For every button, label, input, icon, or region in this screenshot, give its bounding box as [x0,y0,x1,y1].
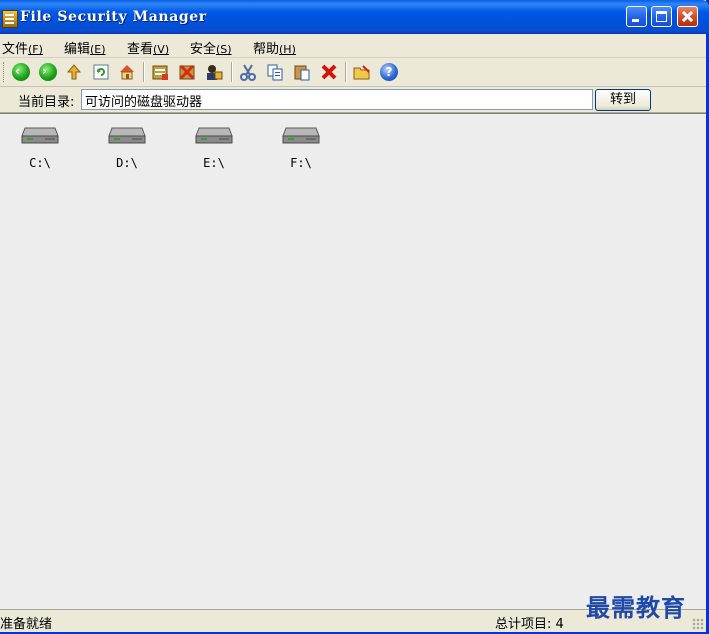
menu-label: 文件 [2,42,29,57]
minimize-button[interactable] [626,6,647,27]
toolbar-separator [143,62,145,82]
hard-drive-icon [21,122,59,146]
drive-item[interactable]: E:\ [184,122,244,170]
window-title: File Security Manager [20,9,207,25]
address-bar: 当前目录: 可访问的磁盘驱动器 转到 [0,87,706,113]
hard-drive-icon [282,122,320,146]
menu-accel: (S) [216,43,232,56]
cut-icon[interactable] [239,63,257,81]
menu-label: 帮助 [253,42,280,57]
close-icon [678,7,697,26]
menu-edit[interactable]: 编辑(E) [64,38,106,57]
menu-help[interactable]: 帮助(H) [253,38,296,57]
menu-accel: (H) [279,43,296,56]
menu-label: 安全 [190,42,217,57]
menu-label: 查看 [127,42,154,57]
status-text: 准备就绪 [0,617,53,632]
user-permissions-icon[interactable] [205,63,223,81]
app-icon [2,10,18,28]
drive-label: F:\ [290,156,312,170]
main-window: File Security Manager 文件(F) 编辑(E) 查看(V) … [0,0,709,634]
drive-item[interactable]: F:\ [271,122,331,170]
encrypt-icon[interactable] [151,63,169,81]
watermark: 最需教育 [586,593,686,622]
toolbar-grip[interactable] [3,62,6,82]
go-button[interactable]: 转到 [595,89,651,111]
address-label: 当前目录: [18,95,75,110]
open-folder-icon[interactable] [353,63,371,81]
menu-accel: (F) [28,43,43,56]
address-input[interactable]: 可访问的磁盘驱动器 [81,89,593,110]
hard-drive-icon [195,122,233,146]
menu-label: 编辑 [64,42,91,57]
menu-file[interactable]: 文件(F) [2,38,43,57]
resize-grip[interactable] [692,618,704,630]
drive-label: E:\ [203,156,225,170]
menu-view[interactable]: 查看(V) [127,38,169,57]
maximize-button[interactable] [651,6,672,27]
menu-accel: (E) [90,43,106,56]
drive-label: C:\ [29,156,51,170]
drive-item[interactable]: D:\ [97,122,157,170]
item-count: 总计项目: 4 [495,617,564,632]
close-button[interactable] [677,6,698,27]
menu-security[interactable]: 安全(S) [190,38,232,57]
home-icon[interactable] [118,63,136,81]
file-list-view[interactable]: C:\ D:\ E:\ F:\ [0,113,706,609]
help-icon[interactable]: ? [380,63,398,81]
toolbar: ‹ › ? [0,58,706,87]
menu-accel: (V) [153,43,170,56]
copy-icon[interactable] [266,63,284,81]
delete-icon[interactable] [320,63,338,81]
minimize-icon [632,19,639,22]
forward-icon[interactable]: › [39,63,57,81]
toolbar-separator [231,62,233,82]
decrypt-icon[interactable] [178,63,196,81]
toolbar-separator [345,62,347,82]
drive-item[interactable]: C:\ [10,122,70,170]
up-folder-icon[interactable] [65,63,83,81]
title-bar[interactable]: File Security Manager [0,0,709,34]
menu-bar: 文件(F) 编辑(E) 查看(V) 安全(S) 帮助(H) [0,34,706,58]
back-icon[interactable]: ‹ [12,63,30,81]
hard-drive-icon [108,122,146,146]
paste-icon[interactable] [293,63,311,81]
refresh-icon[interactable] [92,63,110,81]
maximize-icon [656,11,667,22]
drive-label: D:\ [116,156,138,170]
